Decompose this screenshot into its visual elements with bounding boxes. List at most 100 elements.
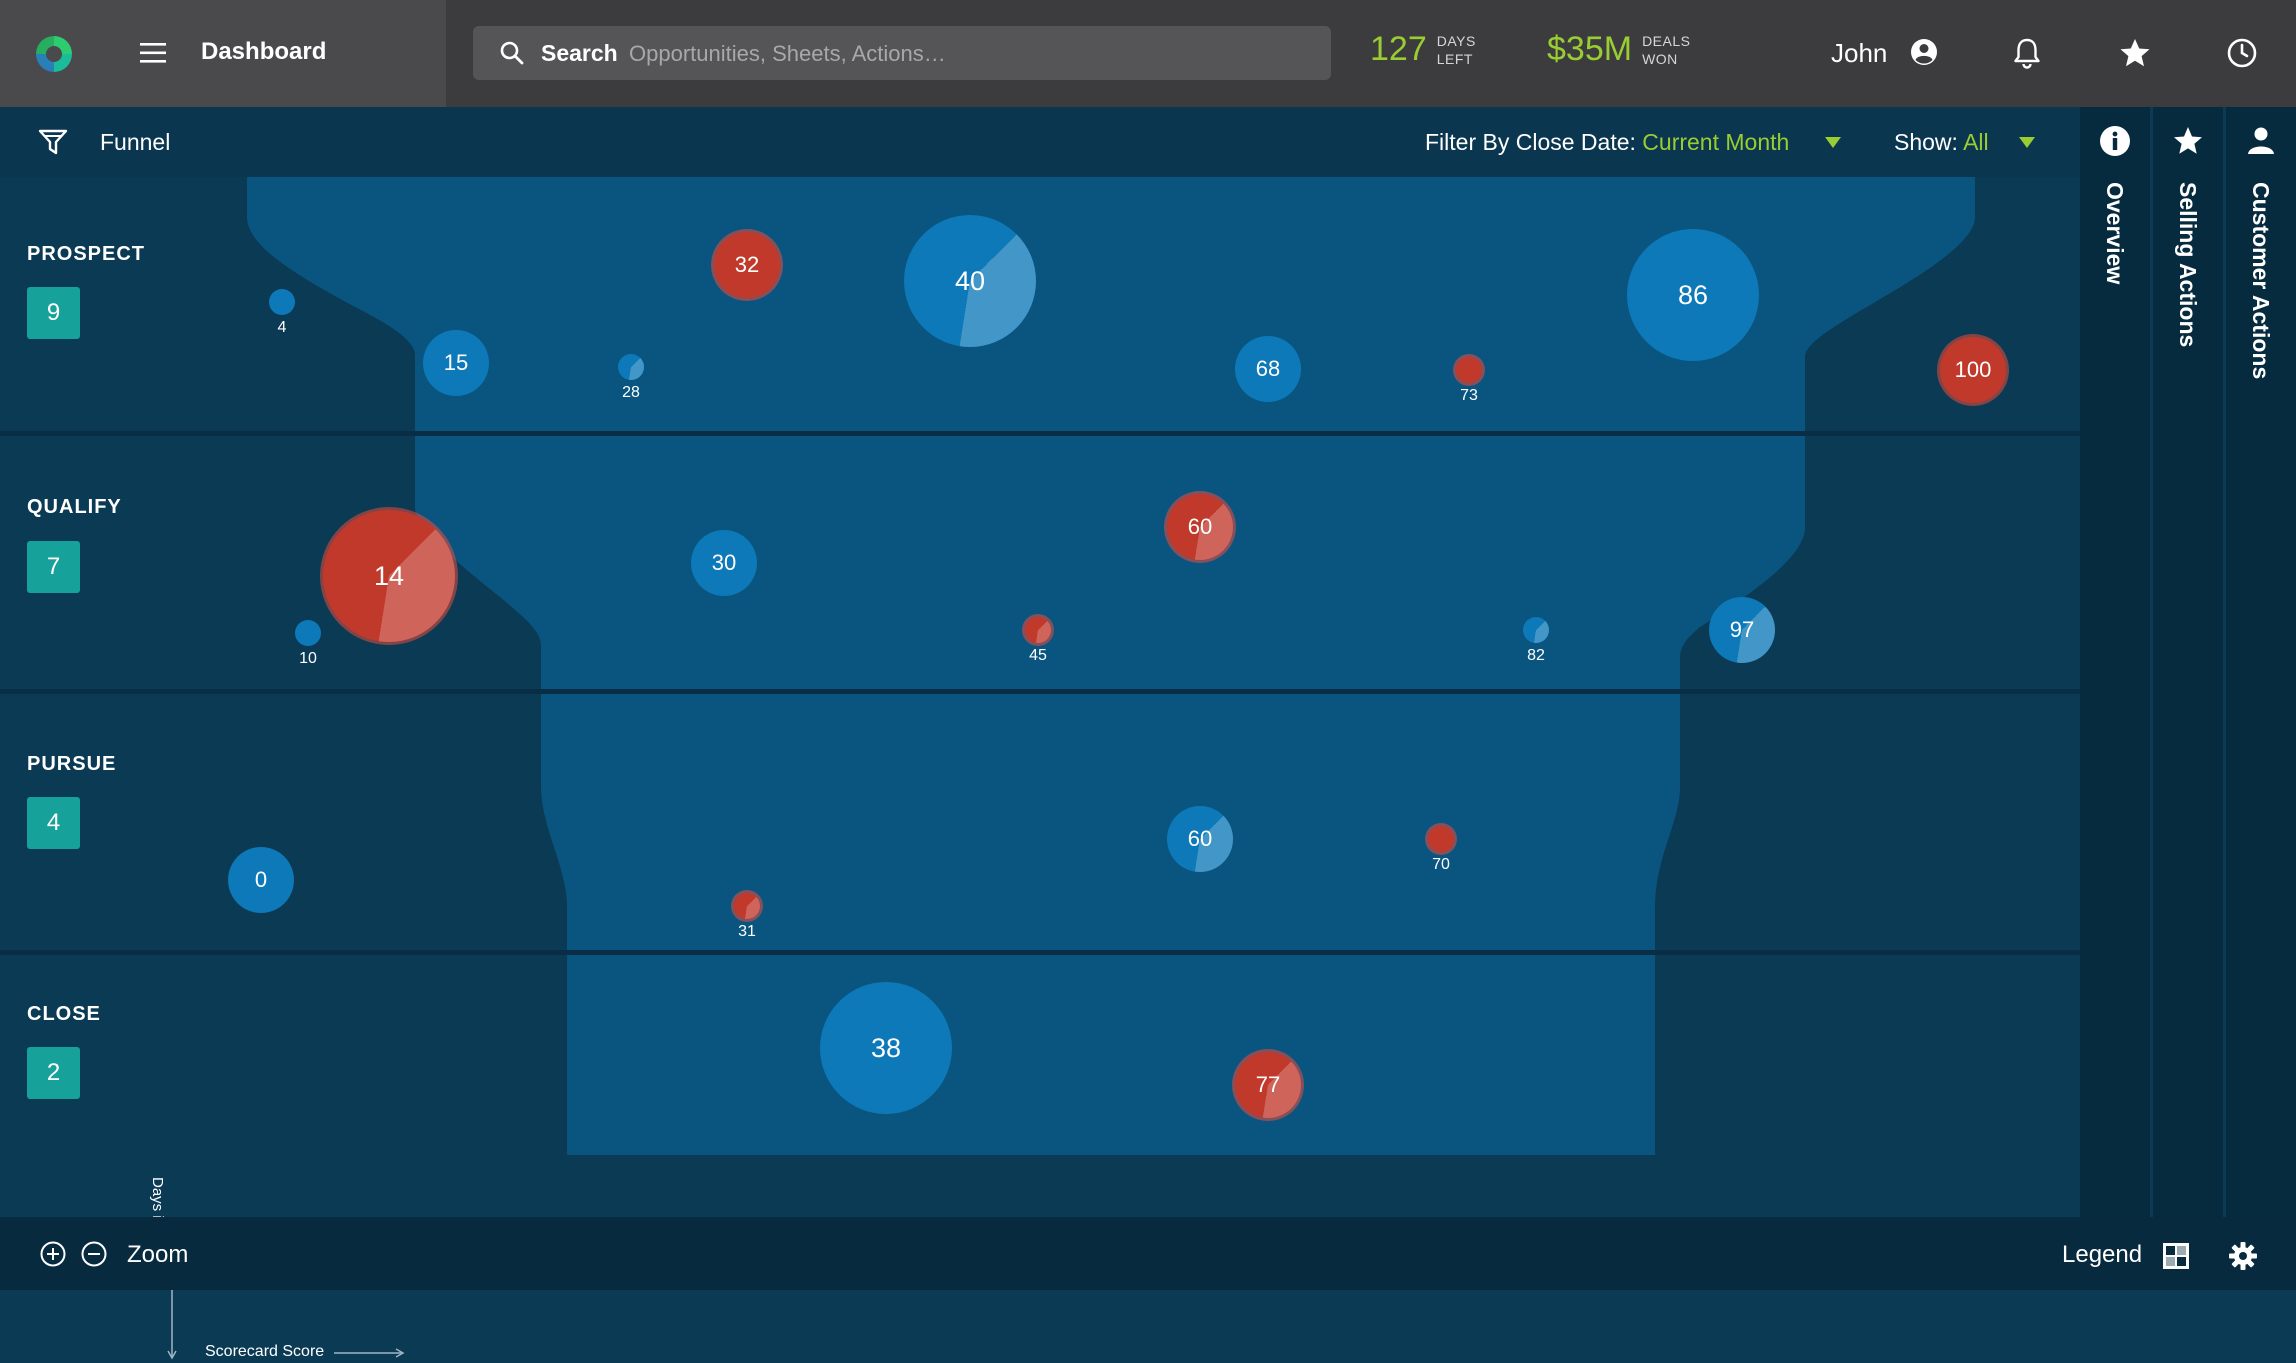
opportunity-bubble[interactable]: 14 xyxy=(323,510,455,642)
stage-count-badge-pursue[interactable]: 4 xyxy=(27,797,80,849)
top-bar: Dashboard Search 127 DAYS LEFT $35M DEAL… xyxy=(0,0,2296,107)
bubble-progress-wedge xyxy=(618,354,644,380)
customer-actions-panel-tab[interactable]: Customer Actions xyxy=(2226,107,2296,1217)
opportunity-bubble[interactable] xyxy=(295,620,321,646)
opportunity-bubble[interactable] xyxy=(1025,617,1051,643)
search-input[interactable] xyxy=(627,34,1311,74)
bubble-value: 31 xyxy=(738,923,756,940)
opportunity-bubble[interactable]: 0 xyxy=(228,847,294,913)
stage-label-close: CLOSE xyxy=(27,1003,101,1025)
funnel-icon[interactable] xyxy=(38,127,68,157)
opportunity-bubble[interactable]: 32 xyxy=(714,232,780,298)
notifications-bell-icon[interactable] xyxy=(2010,36,2044,70)
close-funnel-band xyxy=(567,955,1655,1155)
stage-count-badge-qualify[interactable]: 7 xyxy=(27,541,80,593)
stage-label-pursue: PURSUE xyxy=(27,753,117,775)
opportunity-bubble[interactable]: 60 xyxy=(1167,494,1233,560)
user-avatar-icon[interactable] xyxy=(1909,37,1939,67)
search-icon xyxy=(500,41,524,65)
stage-label-qualify: QUALIFY xyxy=(27,496,122,518)
qualify-funnel-band xyxy=(415,436,1805,689)
funnel-shape xyxy=(247,177,1975,1155)
x-axis-label: Scorecard Score xyxy=(205,1343,325,1360)
hamburger-menu-icon[interactable] xyxy=(138,38,168,68)
opportunity-bubble[interactable]: 77 xyxy=(1235,1052,1301,1118)
customer-actions-panel-label: Customer Actions xyxy=(2248,182,2274,380)
user-name[interactable]: John xyxy=(1831,38,1887,69)
bubble-value: 14 xyxy=(373,560,405,591)
person-icon xyxy=(2248,127,2274,154)
show-filter-value[interactable]: All xyxy=(1963,129,1989,155)
opportunity-bubble[interactable]: 60 xyxy=(1167,806,1233,872)
days-left-kpi: 127 DAYS LEFT xyxy=(1370,30,1476,69)
close-date-filter[interactable]: Filter By Close Date: Current Month xyxy=(1425,129,1789,156)
bubble-value: 10 xyxy=(299,650,317,667)
selling-actions-panel-tab[interactable]: Selling Actions xyxy=(2153,107,2223,1217)
opportunity-bubble[interactable] xyxy=(269,289,295,315)
opportunity-bubble[interactable] xyxy=(734,893,760,919)
legend-label[interactable]: Legend xyxy=(2062,1241,2142,1269)
close-date-dropdown-icon[interactable] xyxy=(1825,137,1841,148)
bubble-value: 30 xyxy=(711,550,737,575)
days-left-label-line2: LEFT xyxy=(1436,50,1473,67)
opportunity-bubble[interactable] xyxy=(1428,826,1454,852)
brand-area: Dashboard xyxy=(0,0,446,107)
show-dropdown-icon[interactable] xyxy=(2019,137,2035,148)
bubble-value: 4 xyxy=(277,319,287,336)
page-title: Dashboard xyxy=(201,38,327,65)
opportunity-bubble[interactable] xyxy=(618,354,644,380)
bubble-value: 40 xyxy=(954,265,986,296)
y-axis-arrow-icon xyxy=(167,1287,177,1360)
show-filter[interactable]: Show: All xyxy=(1894,129,1989,156)
settings-gear-icon[interactable] xyxy=(2228,1241,2258,1271)
stage-count-badge-prospect[interactable]: 9 xyxy=(27,287,80,339)
history-clock-icon[interactable] xyxy=(2225,36,2259,70)
opportunity-bubble[interactable]: 15 xyxy=(423,330,489,396)
search-bar[interactable]: Search xyxy=(473,26,1331,80)
deals-won-label-line1: DEALS xyxy=(1642,32,1691,49)
stage-label-prospect: PROSPECT xyxy=(27,243,146,265)
search-label: Search xyxy=(541,40,618,66)
bubble-value: 15 xyxy=(443,350,469,375)
bubble-value: 77 xyxy=(1255,1072,1281,1097)
bubble-value: 68 xyxy=(1255,356,1281,381)
zoom-in-icon[interactable] xyxy=(40,1241,66,1267)
stage-count-badge-close[interactable]: 2 xyxy=(27,1047,80,1099)
overview-panel-tab[interactable]: Overview xyxy=(2080,107,2150,1217)
pursue-funnel-band xyxy=(541,694,1680,950)
opportunity-bubble[interactable] xyxy=(1456,357,1482,383)
info-icon xyxy=(2100,126,2130,156)
x-axis-arrow-icon xyxy=(334,1348,405,1358)
stage-divider xyxy=(0,689,2080,694)
zoom-out-icon[interactable] xyxy=(81,1241,107,1267)
days-left-label-line1: DAYS xyxy=(1436,32,1476,49)
opportunity-bubble[interactable]: 86 xyxy=(1627,229,1759,361)
funnel-view-label[interactable]: Funnel xyxy=(100,129,170,156)
funnel-chart: PROSPECT 9 QUALIFY 7 PURSUE 4 CLOSE 2 4 1… xyxy=(0,177,2080,1360)
bubble-value: 60 xyxy=(1187,826,1213,851)
opportunity-bubble[interactable]: 38 xyxy=(820,982,952,1114)
zoom-label: Zoom xyxy=(127,1241,189,1268)
legend-grid-icon[interactable] xyxy=(2162,1242,2190,1270)
opportunity-bubble[interactable]: 40 xyxy=(904,215,1036,347)
bubble-value: 38 xyxy=(870,1032,902,1063)
deals-won-value: $35M xyxy=(1547,30,1633,68)
bubble-value: 60 xyxy=(1187,514,1213,539)
app-logo-icon[interactable] xyxy=(34,34,74,74)
overview-panel-label: Overview xyxy=(2102,182,2128,285)
bubble-value: 32 xyxy=(734,252,760,277)
bubble-value: 97 xyxy=(1729,617,1755,642)
deals-won-kpi: $35M DEALS WON xyxy=(1547,30,1690,69)
filter-bar: Funnel Filter By Close Date: Current Mon… xyxy=(0,107,2080,177)
opportunity-bubble[interactable]: 30 xyxy=(691,530,757,596)
opportunity-bubble[interactable]: 100 xyxy=(1940,337,2006,403)
opportunity-bubble[interactable]: 97 xyxy=(1709,597,1775,663)
bottom-bar: Zoom Legend xyxy=(0,1217,2296,1290)
favorites-star-icon[interactable] xyxy=(2118,36,2152,70)
star-icon xyxy=(2174,127,2202,154)
opportunity-bubble[interactable]: 68 xyxy=(1235,336,1301,402)
close-date-filter-value[interactable]: Current Month xyxy=(1642,129,1789,155)
deals-won-label-line2: WON xyxy=(1642,50,1678,67)
bubble-value: 100 xyxy=(1954,357,1992,382)
opportunity-bubble[interactable] xyxy=(1523,617,1549,643)
